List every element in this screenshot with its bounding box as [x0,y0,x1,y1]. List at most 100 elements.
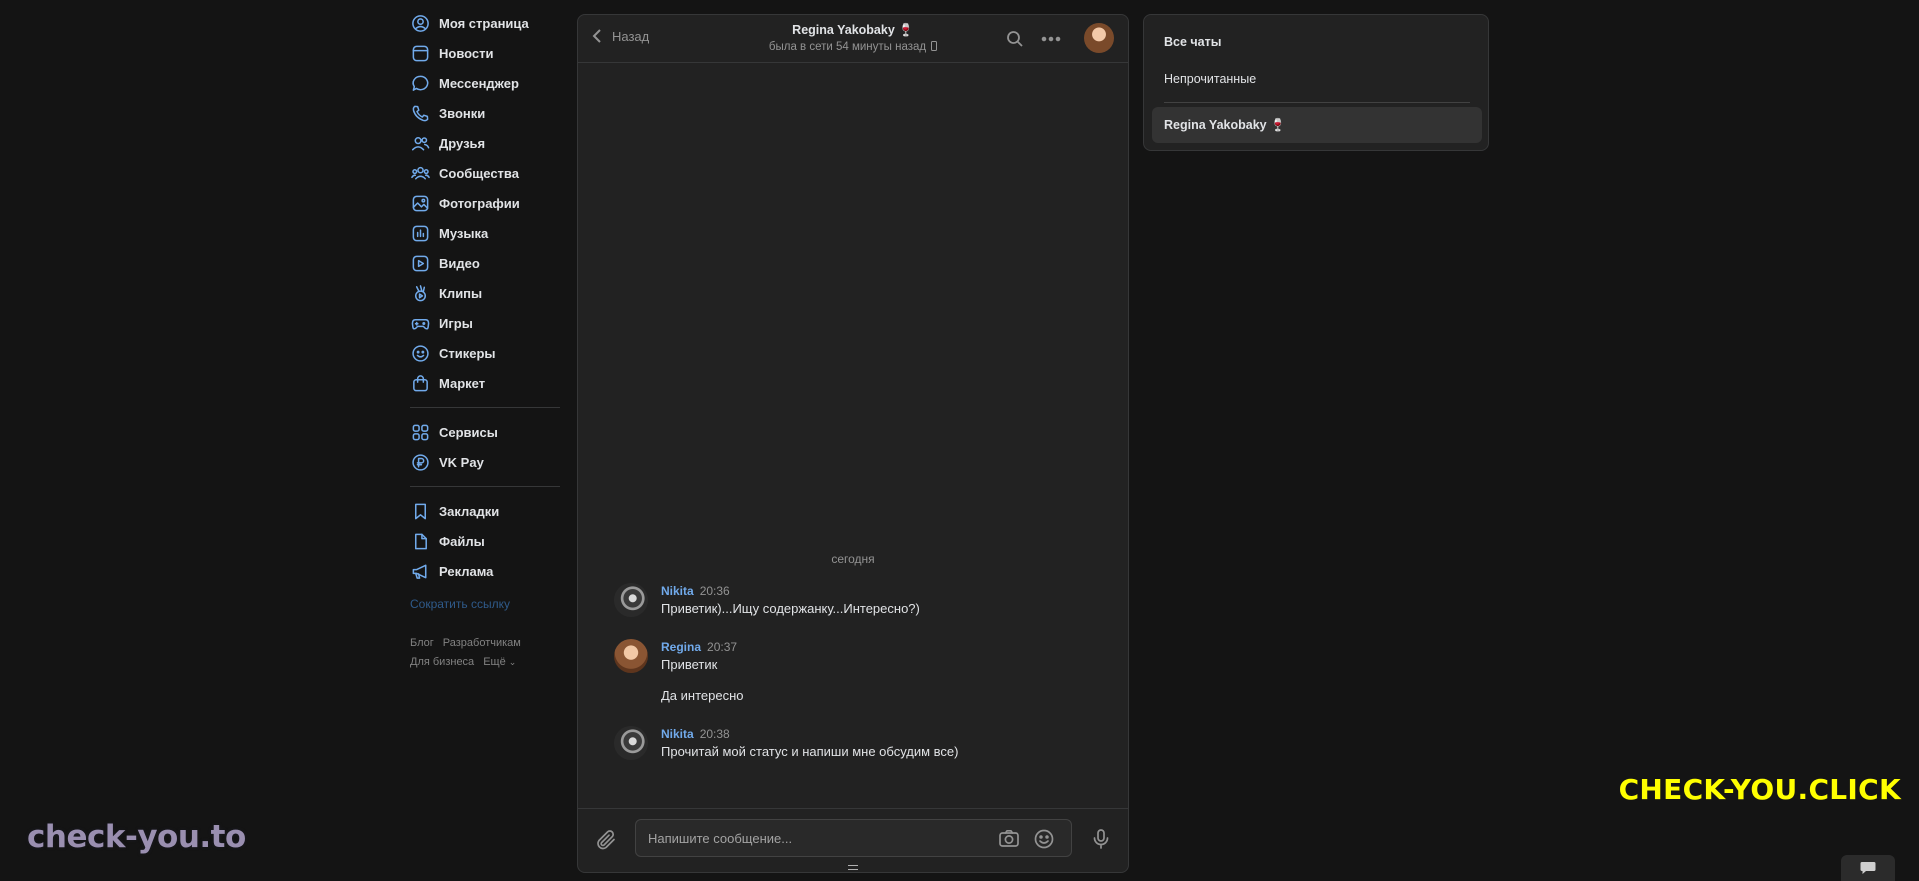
photos-icon [410,193,430,213]
message-group: Regina 20:37 Приветик Да интересно [614,639,1094,705]
message-composer [578,808,1128,872]
shorten-link[interactable]: Сократить ссылку [410,594,566,614]
nav-item-phone[interactable]: Звонки [410,98,566,128]
nav-item-communities[interactable]: Сообщества [410,158,566,188]
nav-item-games[interactable]: Игры [410,308,566,338]
folder-divider [1164,102,1470,103]
message-group: Nikita 20:38 Прочитай мой статус и напиши… [614,726,1094,761]
chat-bubble-icon [1860,862,1876,874]
nav-item-stickers[interactable]: Стикеры [410,338,566,368]
nav-item-files[interactable]: Файлы [410,526,566,556]
chat-header: Назад Regina Yakobaky 🍷 была в сети 54 м… [578,15,1128,63]
nav-item-label: Видео [439,255,480,271]
nav-item-label: Мессенджер [439,75,519,91]
chat-widget-button[interactable] [1841,855,1895,881]
message-history[interactable]: сегодня Nikita 20:36 Приветик)...Ищу соде… [578,64,1128,808]
nav-item-label: Музыка [439,225,489,241]
music-icon [410,223,430,243]
nav-item-label: Стикеры [439,345,496,361]
message-group: Nikita 20:36 Приветик)...Ищу содержанку..… [614,583,1094,618]
message-input[interactable] [648,820,978,856]
bookmarks-icon [410,501,430,521]
footer-more-label: Ещё [483,656,506,668]
nav-item-label: Маркет [439,375,486,391]
message-author[interactable]: Nikita [661,584,694,598]
nav-item-services[interactable]: Сервисы [410,417,566,447]
message-text: Прочитай мой статус и напиши мне обсудим… [661,744,959,759]
nav-item-label: VK Pay [439,454,484,470]
nav-item-ads[interactable]: Реклама [410,556,566,586]
nav-item-label: Звонки [439,105,486,121]
footer-business-link[interactable]: Для бизнеса [410,656,474,668]
camera-icon [999,829,1019,847]
sender-avatar[interactable] [614,726,648,760]
nav-item-label: Клипы [439,285,483,301]
left-navigation: Моя страница Новости Мессенджер Звонки Друзь… [410,8,566,672]
message-time: 20:38 [699,727,730,741]
nav-item-news[interactable]: Новости [410,38,566,68]
emoji-button[interactable] [1033,828,1055,850]
footer-blog-link[interactable]: Блог [410,637,434,649]
resize-grip[interactable] [848,865,858,870]
chat-folders: Все чаты Непрочитанные Regina Yakobaky 🍷 [1143,14,1489,151]
message-text: Приветик [661,657,718,672]
footer-links: Блог Разработчикам Для бизнеса Ещё ⌄ [410,634,566,672]
search-button[interactable] [1004,28,1026,50]
messenger-icon [410,73,430,93]
nav-item-messenger[interactable]: Мессенджер [410,68,566,98]
attach-button[interactable] [594,828,618,852]
folder-unread[interactable]: Непрочитанные [1152,61,1482,97]
message-text: Приветик)...Ищу содержанку...Интересно?) [661,601,920,616]
nav-services-group: Сервисы VK Pay [410,417,566,477]
chat-panel: Назад Regina Yakobaky 🍷 была в сети 54 м… [577,14,1129,873]
nav-item-market[interactable]: Маркет [410,368,566,398]
footer-developers-link[interactable]: Разработчикам [443,637,521,649]
sender-avatar[interactable] [614,583,648,617]
watermark-right: CHECK-YOU.CLICK [1618,773,1901,806]
games-icon [410,313,430,333]
news-icon [410,43,430,63]
nav-item-photos[interactable]: Фотографии [410,188,566,218]
footer-more-link[interactable]: Ещё ⌄ [483,656,516,668]
camera-button[interactable] [998,828,1020,850]
sender-avatar[interactable] [614,639,648,673]
phone-icon [410,103,430,123]
nav-item-vkpay[interactable]: VK Pay [410,447,566,477]
day-separator: сегодня [831,552,875,566]
chevron-down-icon: ⌄ [508,657,517,667]
smile-icon [1034,829,1054,849]
nav-item-label: Игры [439,315,473,331]
folder-active-chat[interactable]: Regina Yakobaky 🍷 [1152,107,1482,143]
communities-icon [410,163,430,183]
nav-divider [410,407,560,408]
profile-icon [410,13,430,33]
nav-item-label: Реклама [439,563,494,579]
market-icon [410,373,430,393]
nav-item-profile[interactable]: Моя страница [410,8,566,38]
message-input-box[interactable] [635,819,1072,857]
nav-item-bookmarks[interactable]: Закладки [410,496,566,526]
nav-item-label: Фотографии [439,195,520,211]
message-time: 20:37 [707,640,738,654]
folder-all-chats[interactable]: Все чаты [1152,24,1482,60]
nav-item-music[interactable]: Музыка [410,218,566,248]
message-author[interactable]: Nikita [661,727,694,741]
peer-avatar[interactable] [1084,23,1114,53]
nav-item-friends[interactable]: Друзья [410,128,566,158]
voice-message-button[interactable] [1089,827,1113,851]
mobile-device-icon [931,41,938,51]
microphone-icon [1093,829,1109,849]
friends-icon [410,133,430,153]
message-time: 20:36 [699,584,730,598]
nav-item-clips[interactable]: Клипы [410,278,566,308]
message-author[interactable]: Regina [661,640,701,654]
nav-item-video[interactable]: Видео [410,248,566,278]
more-button[interactable] [1040,28,1062,50]
paperclip-icon [597,830,615,850]
vkpay-icon [410,452,430,472]
search-icon [1007,31,1023,47]
nav-item-label: Сервисы [439,424,498,440]
nav-item-label: Сообщества [439,165,519,181]
watermark-left: check-you.to [27,819,246,855]
nav-item-label: Новости [439,45,494,61]
